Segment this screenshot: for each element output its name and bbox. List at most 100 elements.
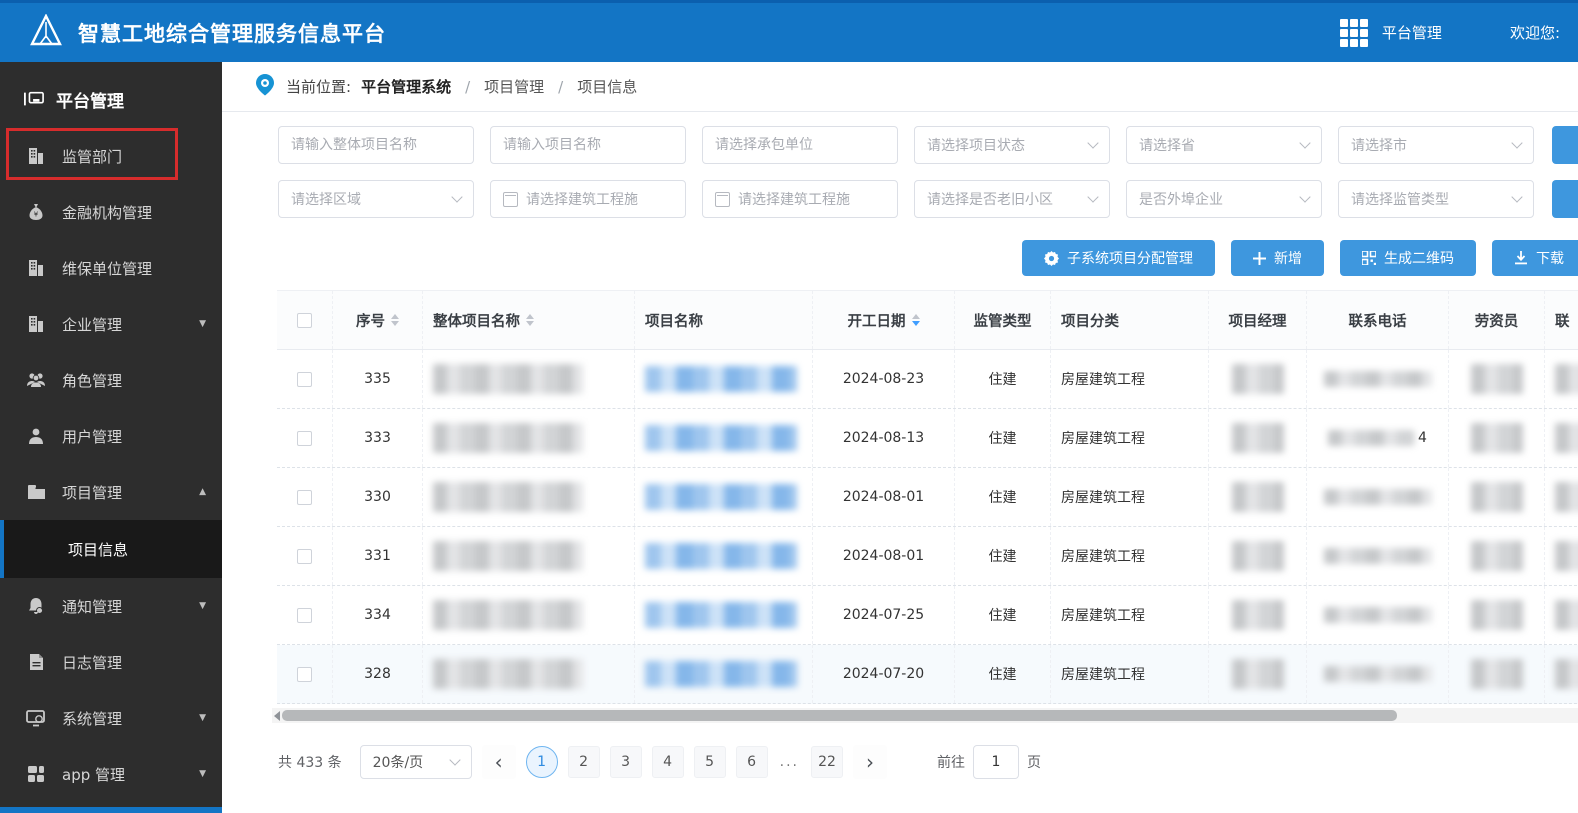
redacted-project-name-link[interactable] (645, 366, 797, 392)
contractor-field[interactable] (702, 126, 898, 164)
redacted-project-name-link[interactable] (645, 661, 797, 687)
row-checkbox[interactable] (297, 666, 312, 682)
col-start-date[interactable]: 开工日期 (813, 291, 955, 349)
chevron-down-icon (448, 754, 461, 766)
redacted-project-name-link[interactable] (645, 484, 797, 510)
overall-project-name-input[interactable] (291, 137, 461, 153)
brand: 智慧工地综合管理服务信息平台 (28, 12, 386, 52)
sidebar-item-app[interactable]: app 管理 ▼ (0, 746, 222, 802)
sidebar-item-project[interactable]: 项目管理 ▲ (0, 464, 222, 520)
old-community-select[interactable]: 请选择是否老旧小区 (914, 180, 1110, 218)
row-checkbox[interactable] (297, 371, 312, 387)
add-button[interactable]: 新增 (1231, 240, 1324, 276)
province-select[interactable]: 请选择省 (1126, 126, 1322, 164)
prev-page-button[interactable]: ‹ (481, 745, 516, 779)
sort-icons[interactable] (526, 314, 534, 326)
building-icon (26, 314, 46, 334)
project-name-input[interactable] (503, 137, 673, 153)
sidebar-item-user[interactable]: 用户管理 (0, 408, 222, 464)
column-label: 项目分类 (1061, 313, 1119, 330)
redacted-project-name-link[interactable] (645, 425, 797, 451)
col-seq[interactable]: 序号 (333, 291, 423, 349)
sidebar-item-log[interactable]: 日志管理 (0, 634, 222, 690)
page-button-1[interactable]: 1 (525, 746, 558, 778)
breadcrumb-item[interactable]: 项目信息 (577, 76, 637, 97)
scroll-left-icon[interactable] (274, 710, 280, 721)
project-name-field[interactable] (490, 126, 686, 164)
select-all-checkbox[interactable] (297, 312, 312, 328)
column-label: 开工日期 (847, 313, 906, 330)
redacted-project-name-link[interactable] (645, 602, 797, 628)
sidebar-item-supervision-dept[interactable]: 监管部门 (0, 128, 222, 184)
table-row[interactable]: 330 2024-08-01 住建 房屋建筑工程 (277, 468, 1578, 527)
col-overall-name[interactable]: 整体项目名称 (423, 291, 635, 349)
search-button-clipped[interactable] (1552, 126, 1578, 164)
page-button-6[interactable]: 6 (735, 746, 768, 778)
next-page-button[interactable]: › (852, 745, 887, 779)
sidebar-item-maintenance-unit[interactable]: 维保单位管理 (0, 240, 222, 296)
sidebar-section-platform[interactable]: 平台管理 (0, 70, 222, 128)
generate-qrcode-button[interactable]: 生成二维码 (1340, 240, 1476, 276)
table-row[interactable]: 335 2024-08-23 住建 房屋建筑工程 (277, 350, 1578, 409)
project-status-select[interactable]: 请选择项目状态 (914, 126, 1110, 164)
breadcrumb-prefix: 当前位置: (286, 78, 352, 96)
page-size-select[interactable]: 20条/页 (359, 745, 472, 779)
row-checkbox[interactable] (297, 607, 312, 623)
sidebar-item-system[interactable]: 系统管理 ▼ (0, 690, 222, 746)
overall-project-name-field[interactable] (278, 126, 474, 164)
supervision-value: 住建 (988, 431, 1017, 447)
end-date-picker[interactable]: 请选择建筑工程施 (702, 180, 898, 218)
sort-icons[interactable] (391, 314, 399, 326)
breadcrumb-item[interactable]: 项目管理 (484, 76, 544, 97)
row-checkbox[interactable] (297, 430, 312, 446)
sidebar-item-financial-org[interactable]: ¥ 金融机构管理 (0, 184, 222, 240)
row-checkbox[interactable] (297, 489, 312, 505)
redacted-phone (1323, 607, 1432, 623)
redacted-phone (1323, 371, 1432, 387)
subsystem-assign-button[interactable]: 子系统项目分配管理 (1022, 240, 1215, 276)
app-title: 智慧工地综合管理服务信息平台 (78, 21, 386, 46)
download-button-clipped[interactable]: 下载 (1492, 240, 1578, 276)
table-row[interactable]: 333 2024-08-13 住建 房屋建筑工程 4 (277, 409, 1578, 468)
col-manager: 项目经理 (1209, 291, 1307, 349)
redacted-overall-name (433, 541, 583, 571)
table-row[interactable]: 331 2024-08-01 住建 房屋建筑工程 (277, 527, 1578, 586)
horizontal-scrollbar[interactable] (272, 708, 1578, 723)
page-button-22[interactable]: 22 (810, 746, 843, 778)
page-button-4[interactable]: 4 (651, 746, 684, 778)
row-checkbox[interactable] (297, 548, 312, 564)
redacted-overall-name (433, 659, 583, 689)
region-select[interactable]: 请选择区域 (278, 180, 474, 218)
top-nav-platform[interactable]: 平台管理 (1382, 22, 1442, 43)
supervision-type-select[interactable]: 请选择监管类型 (1338, 180, 1534, 218)
city-select[interactable]: 请选择市 (1338, 126, 1534, 164)
start-date-picker[interactable]: 请选择建筑工程施 (490, 180, 686, 218)
page-button-5[interactable]: 5 (693, 746, 726, 778)
contractor-input[interactable] (715, 137, 885, 153)
select-placeholder: 请选择项目状态 (927, 138, 1025, 154)
table-row[interactable]: 334 2024-07-25 住建 房屋建筑工程 (277, 586, 1578, 645)
page-button-2[interactable]: 2 (567, 746, 600, 778)
total-count: 共 433 条 (278, 755, 342, 771)
apps-grid-icon[interactable] (1339, 18, 1368, 47)
page-button-3[interactable]: 3 (609, 746, 642, 778)
select-placeholder: 请选择省 (1139, 138, 1195, 154)
reset-button-clipped[interactable] (1552, 180, 1578, 218)
scrollbar-thumb[interactable] (282, 710, 1397, 721)
bell-icon (26, 596, 46, 616)
sidebar-item-notification[interactable]: 通知管理 ▼ (0, 578, 222, 634)
sidebar-item-role[interactable]: 角色管理 (0, 352, 222, 408)
redacted-manager (1231, 482, 1284, 512)
sort-icons-active[interactable] (911, 314, 920, 326)
table-row[interactable]: 328 2024-07-20 住建 房屋建筑工程 (277, 645, 1578, 704)
chevron-up-icon: ▲ (199, 487, 206, 497)
goto-page-input[interactable] (972, 745, 1019, 779)
sidebar-item-enterprise[interactable]: 企业管理 ▼ (0, 296, 222, 352)
goto-page: 前往 页 (937, 745, 1041, 779)
redacted-project-name-link[interactable] (645, 543, 797, 569)
breadcrumb-root[interactable]: 平台管理系统 (361, 76, 451, 97)
page-ellipsis[interactable]: ... (780, 754, 799, 770)
sidebar-item-label: app 管理 (62, 765, 126, 784)
foreign-enterprise-select[interactable]: 是否外埠企业 (1126, 180, 1322, 218)
sidebar-subitem-project-info[interactable]: 项目信息 (0, 520, 222, 578)
